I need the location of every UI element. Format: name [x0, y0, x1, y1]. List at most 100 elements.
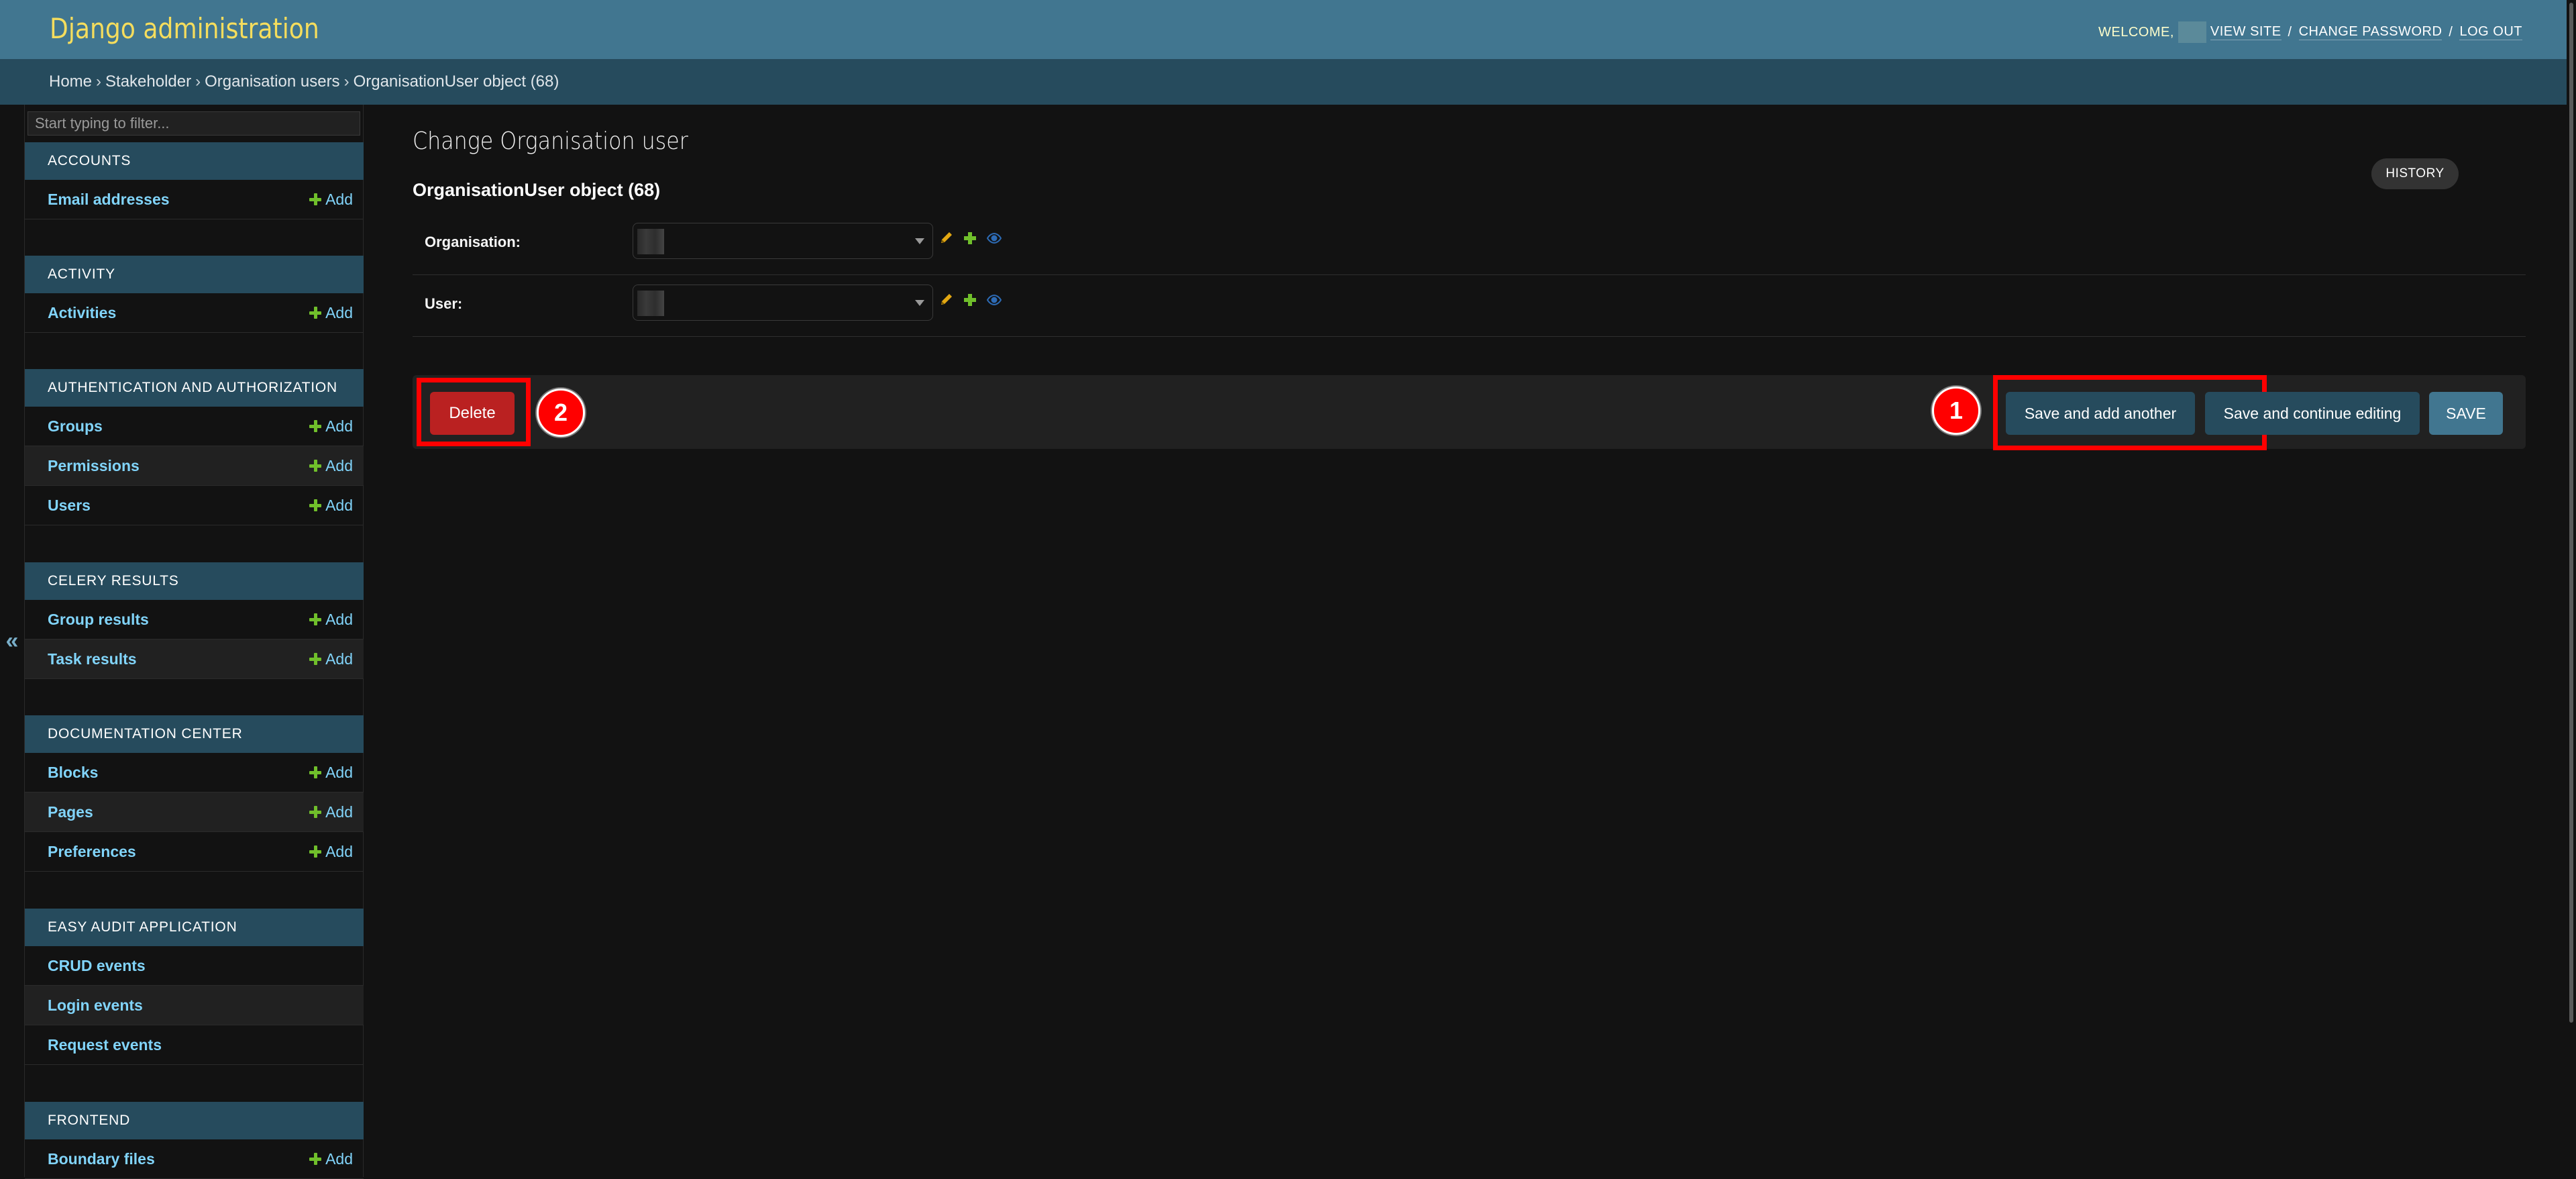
organisation-related-actions — [938, 231, 1002, 246]
plus-icon — [309, 806, 322, 818]
module-caption[interactable]: ACTIVITY — [25, 256, 364, 293]
model-link[interactable]: Activities — [48, 304, 116, 322]
add-label: Add — [325, 417, 353, 435]
app-module-accounts: ACCOUNTS Email addresses Add — [25, 142, 364, 219]
sidebar-item-crud-events: CRUD events — [25, 946, 364, 986]
model-link[interactable]: CRUD events — [48, 957, 146, 975]
add-label: Add — [325, 456, 353, 474]
model-link[interactable]: Preferences — [48, 843, 136, 861]
model-link[interactable]: Permissions — [48, 457, 140, 475]
sidebar-filter-input[interactable] — [28, 111, 360, 136]
form-row-user: User: — [413, 275, 2526, 337]
add-link[interactable]: Add — [309, 497, 353, 515]
plus-icon[interactable] — [963, 231, 977, 246]
organisation-value-redacted — [637, 229, 664, 254]
module-caption[interactable]: CELERY RESULTS — [25, 562, 364, 600]
plus-icon — [309, 460, 322, 472]
delete-button[interactable]: Delete — [430, 392, 515, 435]
site-branding[interactable]: Django administration — [50, 12, 319, 45]
add-link[interactable]: Add — [309, 843, 353, 861]
sidebar-item-request-events: Request events — [25, 1025, 364, 1065]
form-row-organisation: Organisation: — [413, 213, 2526, 275]
history-button[interactable]: HISTORY — [2371, 158, 2459, 189]
change-password-link[interactable]: CHANGE PASSWORD — [2298, 24, 2443, 40]
app-module-easy-audit-application: EASY AUDIT APPLICATION CRUD events Login e… — [25, 909, 364, 1065]
annotation-badge-2: 2 — [537, 389, 585, 437]
sidebar-toggle-button[interactable]: « — [0, 105, 24, 1177]
breadcrumb: Home › Stakeholder › Organisation users … — [0, 59, 2576, 105]
plus-icon — [309, 845, 322, 858]
save-and-continue-button[interactable]: Save and continue editing — [2205, 392, 2420, 435]
sidebar-item-group-results: Group results Add — [25, 600, 364, 639]
add-link[interactable]: Add — [309, 1150, 353, 1168]
add-label: Add — [325, 803, 353, 821]
add-label: Add — [325, 842, 353, 860]
sidebar-item-groups: Groups Add — [25, 407, 364, 446]
module-caption[interactable]: AUTHENTICATION AND AUTHORIZATION — [25, 369, 364, 407]
model-link[interactable]: Groups — [48, 417, 103, 435]
module-caption[interactable]: EASY AUDIT APPLICATION — [25, 909, 364, 946]
add-label: Add — [325, 763, 353, 781]
breadcrumb-stakeholder[interactable]: Stakeholder — [105, 72, 191, 91]
breadcrumb-home[interactable]: Home — [49, 72, 92, 91]
breadcrumb-current: OrganisationUser object (68) — [353, 72, 559, 91]
add-link[interactable]: Add — [309, 457, 353, 475]
pencil-icon[interactable] — [938, 231, 953, 246]
add-link[interactable]: Add — [309, 611, 353, 629]
user-select[interactable] — [633, 285, 933, 321]
save-button[interactable]: SAVE — [2429, 392, 2503, 435]
eye-icon[interactable] — [986, 231, 1002, 246]
double-chevron-left-icon: « — [5, 627, 19, 654]
add-link[interactable]: Add — [309, 803, 353, 821]
plus-icon — [309, 1153, 322, 1165]
sidebar-item-login-events: Login events — [25, 986, 364, 1025]
add-link[interactable]: Add — [309, 304, 353, 322]
model-link[interactable]: Group results — [48, 611, 149, 629]
sidebar-item-preferences: Preferences Add — [25, 832, 364, 872]
plus-icon — [309, 766, 322, 778]
sidebar-item-permissions: Permissions Add — [25, 446, 364, 486]
breadcrumb-separator: › — [195, 72, 201, 91]
module-caption[interactable]: ACCOUNTS — [25, 142, 364, 180]
add-link[interactable]: Add — [309, 191, 353, 209]
module-caption[interactable]: FRONTEND — [25, 1102, 364, 1139]
app-module-documentation-center: DOCUMENTATION CENTER Blocks Add Pages Add Pre… — [25, 715, 364, 872]
save-and-add-another-button[interactable]: Save and add another — [2006, 392, 2195, 435]
model-link[interactable]: Request events — [48, 1036, 162, 1054]
sidebar-item-users: Users Add — [25, 486, 364, 525]
add-link[interactable]: Add — [309, 764, 353, 782]
model-link[interactable]: Pages — [48, 803, 93, 821]
scrollbar-thumb[interactable] — [2569, 3, 2573, 1023]
model-link[interactable]: Login events — [48, 996, 143, 1015]
username-redacted — [2178, 21, 2206, 43]
breadcrumb-organisation-users[interactable]: Organisation users — [205, 72, 339, 91]
view-site-link[interactable]: VIEW SITE — [2210, 24, 2282, 40]
model-link[interactable]: Task results — [48, 650, 137, 668]
model-link[interactable]: Email addresses — [48, 191, 170, 209]
page-title: Change Organisation user — [413, 127, 688, 155]
nav-sidebar: ACCOUNTS Email addresses Add ACTIVITY Activi… — [24, 105, 364, 1179]
pencil-icon[interactable] — [938, 293, 953, 307]
breadcrumb-separator: › — [96, 72, 102, 91]
app-module-frontend: FRONTEND Boundary files Add — [25, 1102, 364, 1179]
add-link[interactable]: Add — [309, 417, 353, 435]
eye-icon[interactable] — [986, 293, 1002, 307]
module-caption[interactable]: DOCUMENTATION CENTER — [25, 715, 364, 753]
sidebar-item-task-results: Task results Add — [25, 639, 364, 679]
scrollbar[interactable] — [2567, 0, 2576, 1177]
add-link[interactable]: Add — [309, 650, 353, 668]
model-link[interactable]: Users — [48, 497, 91, 515]
model-link[interactable]: Blocks — [48, 764, 98, 782]
model-link[interactable]: Boundary files — [48, 1150, 155, 1168]
breadcrumb-separator: › — [343, 72, 350, 91]
log-out-link[interactable]: LOG OUT — [2459, 24, 2522, 40]
separator: / — [2288, 24, 2292, 40]
plus-icon — [309, 307, 322, 319]
add-label: Add — [325, 190, 353, 208]
add-label: Add — [325, 650, 353, 668]
plus-icon — [309, 499, 322, 511]
app-module-activity: ACTIVITY Activities Add — [25, 256, 364, 333]
organisation-select[interactable] — [633, 223, 933, 259]
user-related-actions — [938, 293, 1002, 307]
plus-icon[interactable] — [963, 293, 977, 307]
